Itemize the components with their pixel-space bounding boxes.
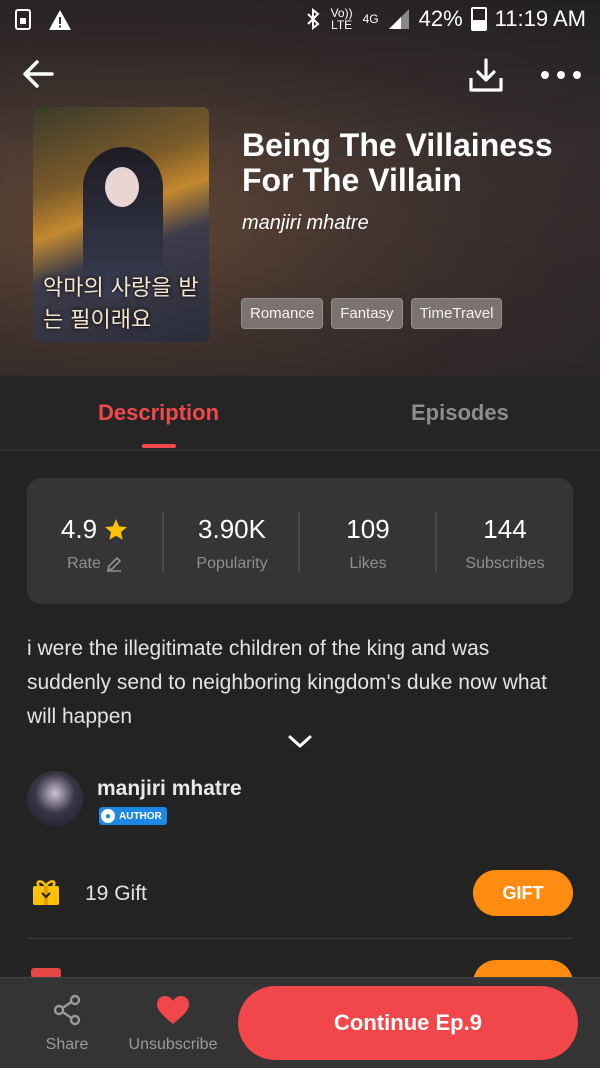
battery-icon bbox=[470, 7, 487, 31]
divider bbox=[27, 938, 573, 939]
tab-bar: Description Episodes bbox=[0, 376, 600, 451]
droplet-icon: ● bbox=[101, 809, 115, 823]
gift-row: 19 Gift GIFT bbox=[27, 866, 573, 922]
heart-icon bbox=[157, 996, 189, 1024]
chevron-down-icon[interactable] bbox=[287, 734, 313, 750]
author-row[interactable]: manjiri mhatre ● AUTHOR bbox=[27, 771, 567, 831]
tag-list: Romance Fantasy TimeTravel bbox=[241, 298, 503, 329]
warning-icon bbox=[49, 10, 71, 30]
battery-percent: 42% bbox=[418, 6, 463, 31]
stat-popularity-value: 3.90K bbox=[198, 514, 266, 544]
status-bar: Vo)) LTE 4G 42% 11:19 AM bbox=[0, 0, 600, 40]
gift-icon bbox=[33, 880, 59, 905]
network-label: Vo)) LTE bbox=[330, 6, 353, 32]
unsubscribe-button[interactable]: Unsubscribe bbox=[117, 992, 229, 1054]
stat-popularity: 3.90K Popularity bbox=[164, 514, 300, 573]
sim-icon bbox=[15, 9, 31, 30]
back-arrow-icon[interactable] bbox=[20, 56, 56, 92]
share-icon bbox=[53, 994, 81, 1026]
signal-icon bbox=[388, 9, 409, 29]
unsubscribe-label: Unsubscribe bbox=[128, 1036, 218, 1053]
stat-rate-value: 4.9 bbox=[60, 514, 98, 544]
cover-title-text: 악마의 사랑을 받는 필이래요 bbox=[43, 276, 199, 333]
stats-panel: 4.9 Rate 3.90K Popularity 109 Likes 144 … bbox=[27, 478, 573, 604]
bluetooth-icon bbox=[306, 7, 320, 31]
stat-likes-value: 109 bbox=[346, 514, 390, 544]
net-type: 4G bbox=[362, 12, 379, 26]
avatar[interactable] bbox=[27, 771, 83, 827]
cover-image: 악마의 사랑을 받는 필이래요 bbox=[33, 107, 209, 342]
tag-fantasy[interactable]: Fantasy bbox=[331, 298, 403, 329]
download-icon[interactable] bbox=[467, 56, 505, 94]
star-icon bbox=[105, 518, 127, 540]
gift-count: 19 Gift bbox=[85, 882, 147, 905]
tag-timetravel[interactable]: TimeTravel bbox=[410, 298, 503, 329]
tab-indicator bbox=[142, 444, 176, 448]
author-badge: ● AUTHOR bbox=[99, 807, 167, 825]
share-button[interactable]: Share bbox=[22, 992, 112, 1054]
stat-subscribes-label: Subscribes bbox=[465, 555, 545, 572]
stat-popularity-label: Popularity bbox=[196, 555, 268, 572]
bottom-action-bar: Share Unsubscribe Continue Ep.9 bbox=[0, 977, 600, 1068]
pencil-icon bbox=[106, 557, 121, 572]
more-icon[interactable] bbox=[541, 60, 585, 90]
stat-likes-label: Likes bbox=[349, 555, 387, 572]
author-name[interactable]: manjiri mhatre bbox=[97, 777, 242, 801]
stat-rate[interactable]: 4.9 Rate bbox=[27, 514, 163, 573]
comic-title: Being The Villainess For The Villain bbox=[242, 127, 553, 198]
stat-subscribes-value: 144 bbox=[483, 514, 527, 544]
continue-button[interactable]: Continue Ep.9 bbox=[238, 986, 578, 1060]
comic-author[interactable]: manjiri mhatre bbox=[242, 212, 369, 235]
stat-likes: 109 Likes bbox=[300, 514, 436, 573]
clock: 11:19 AM bbox=[494, 6, 586, 31]
stat-rate-label: Rate bbox=[67, 555, 101, 572]
gift-button[interactable]: GIFT bbox=[473, 870, 573, 916]
description-text: i were the illegitimate children of the … bbox=[27, 637, 548, 728]
tab-episodes[interactable]: Episodes bbox=[411, 400, 509, 426]
tag-romance[interactable]: Romance bbox=[241, 298, 324, 329]
stat-subscribes: 144 Subscribes bbox=[437, 514, 573, 573]
share-label: Share bbox=[45, 1036, 89, 1053]
tab-description[interactable]: Description bbox=[98, 400, 219, 426]
